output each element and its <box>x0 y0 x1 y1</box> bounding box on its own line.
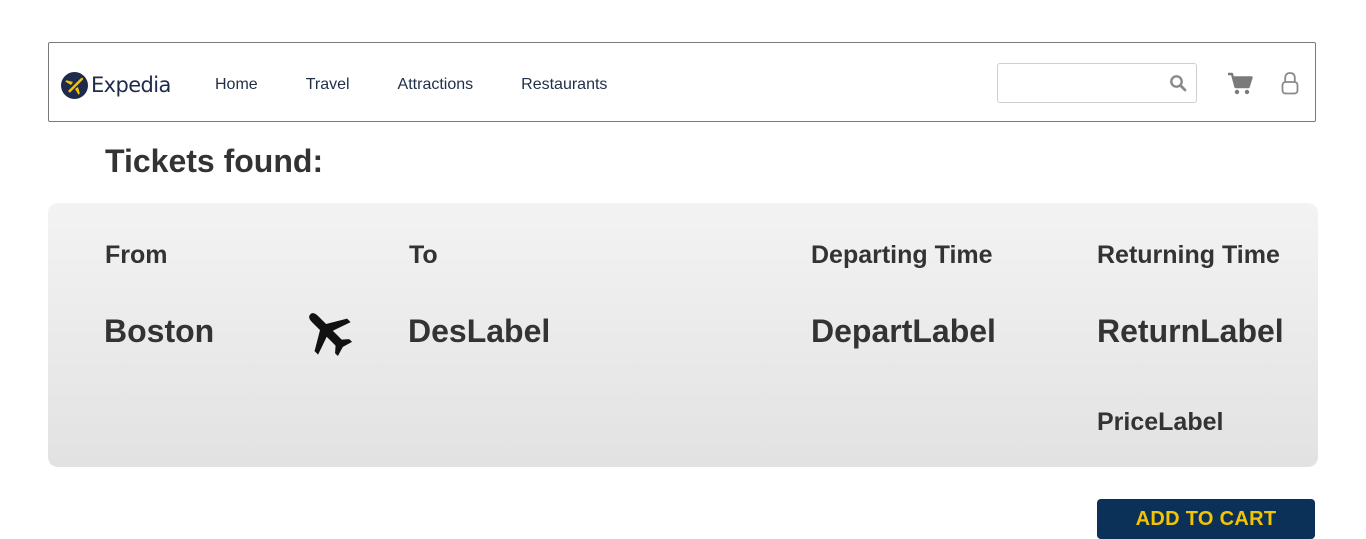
expedia-logo[interactable]: Expedia <box>61 70 171 100</box>
departing-time-heading: Departing Time <box>811 241 993 269</box>
search-box <box>997 63 1197 103</box>
departing-time-value: DepartLabel <box>811 313 996 349</box>
destination-value: DesLabel <box>408 313 551 349</box>
returning-time-heading: Returning Time <box>1097 241 1280 269</box>
search-icon[interactable] <box>1169 74 1187 92</box>
returning-time-value: ReturnLabel <box>1097 313 1284 349</box>
search-input[interactable] <box>1006 65 1170 103</box>
origin-value: Boston <box>104 313 215 349</box>
nav-restaurants-link[interactable]: Restaurants <box>521 76 607 94</box>
nav-attractions-link[interactable]: Attractions <box>398 76 474 94</box>
shopping-cart-icon[interactable] <box>1227 72 1253 96</box>
airplane-icon <box>301 305 355 359</box>
from-heading: From <box>105 241 168 269</box>
ticket-card: From To Departing Time Returning Time Bo… <box>48 203 1318 467</box>
nav-home-link[interactable]: Home <box>215 76 258 94</box>
logo-text: Expedia <box>91 73 171 97</box>
top-navbar: Expedia Home Travel Attractions Restaura… <box>48 42 1316 122</box>
user-lock-icon[interactable] <box>1281 71 1299 95</box>
main-nav: Home Travel Attractions Restaurants <box>215 76 655 94</box>
page-title: Tickets found: <box>105 143 324 179</box>
nav-travel-link[interactable]: Travel <box>306 76 350 94</box>
to-heading: To <box>409 241 438 269</box>
expedia-logo-plane-icon <box>61 71 88 99</box>
page: Expedia Home Travel Attractions Restaura… <box>0 0 1366 539</box>
add-to-cart-button[interactable]: ADD TO CART <box>1097 499 1315 539</box>
price-value: PriceLabel <box>1097 408 1224 436</box>
